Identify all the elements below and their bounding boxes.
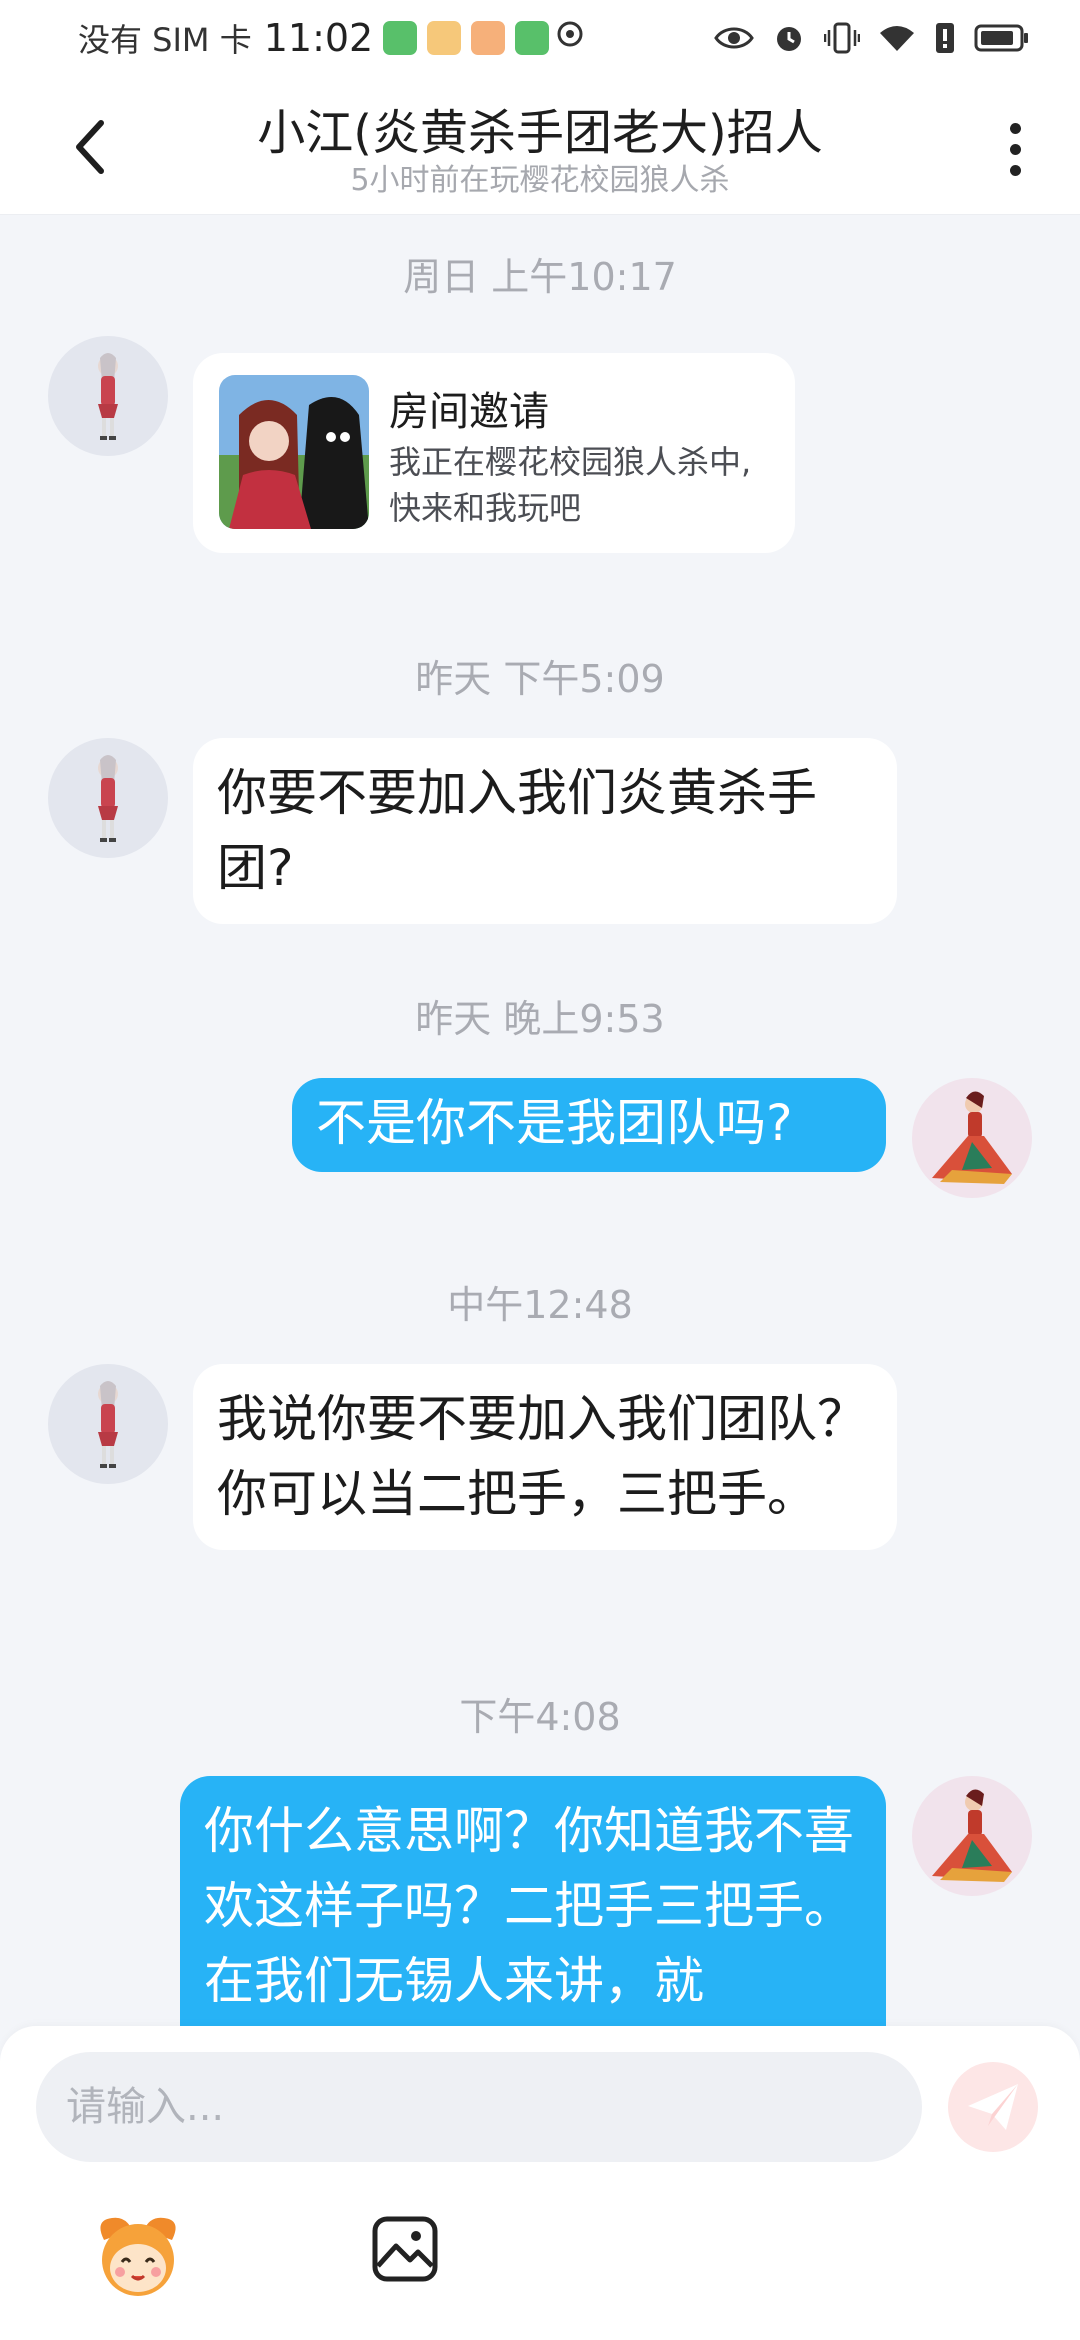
battery-alert-icon (934, 21, 956, 55)
room-invite-card[interactable]: 房间邀请 我正在樱花校园狼人杀中, 快来和我玩吧 (193, 353, 795, 553)
contact-avatar[interactable] (48, 738, 168, 858)
back-button[interactable] (60, 115, 120, 179)
send-button[interactable] (948, 2062, 1038, 2152)
my-avatar[interactable] (912, 1078, 1032, 1198)
more-vertical-icon (1009, 122, 1021, 134)
app-notification-icon (471, 20, 506, 55)
app-notification-icon (427, 20, 462, 55)
carrier-label: 没有 SIM 卡 (78, 20, 252, 59)
contact-avatar[interactable] (48, 336, 168, 456)
chevron-left-icon (76, 120, 104, 174)
message-list[interactable]: 周日 上午10:17 房间邀请 我正在樱花校园狼人杀中, 快来和我玩吧 昨天 下… (0, 216, 1080, 2026)
game-thumbnail (219, 375, 369, 529)
invite-description: 我正在樱花校园狼人杀中, 快来和我玩吧 (389, 443, 752, 527)
message-input[interactable] (36, 2052, 922, 2162)
contact-avatar[interactable] (48, 1364, 168, 1484)
more-options-button[interactable] (990, 109, 1040, 189)
timestamp: 周日 上午10:17 (403, 255, 677, 299)
alarm-icon (772, 21, 806, 55)
outgoing-message[interactable]: 你什么意思啊？你知道我不喜欢这样子吗？二把手三把手。在我们无锡人来讲，就 (180, 1776, 886, 2026)
app-notification-icon (383, 20, 418, 55)
outgoing-message[interactable]: 不是你不是我团队吗? (292, 1078, 886, 1172)
my-avatar[interactable] (912, 1776, 1032, 1896)
vibrate-icon (824, 21, 860, 55)
invite-title: 房间邀请 (389, 389, 549, 435)
chat-title[interactable]: 小江(炎黄杀手团老大)招人 (150, 93, 930, 163)
nfc-icon (555, 17, 585, 58)
chat-header: 小江(炎黄杀手团老大)招人 5小时前在玩樱花校园狼人杀 (0, 75, 1080, 215)
app-notification-icon (515, 20, 550, 55)
image-picker-button[interactable] (370, 2214, 440, 2284)
paper-plane-icon (968, 2084, 1018, 2130)
incoming-message[interactable]: 我说你要不要加入我们团队？你可以当二把手，三把手。 (193, 1364, 897, 1550)
wifi-icon (878, 23, 916, 53)
timestamp: 昨天 晚上9:53 (415, 997, 665, 1041)
battery-icon (974, 23, 1030, 53)
timestamp: 中午12:48 (447, 1283, 633, 1327)
emoji-sticker-icon (100, 2217, 176, 2296)
incoming-message[interactable]: 你要不要加入我们炎黄杀手团? (193, 738, 897, 924)
timestamp: 下午4:08 (459, 1695, 621, 1739)
emoji-sticker-button[interactable] (92, 2210, 184, 2302)
eye-icon (714, 25, 754, 51)
clock: 11:02 (263, 15, 374, 60)
chat-subtitle: 5小时前在玩樱花校园狼人杀 (350, 163, 730, 198)
timestamp: 昨天 下午5:09 (415, 657, 665, 701)
composer (0, 2026, 1080, 2340)
status-bar: 没有 SIM 卡 11:02 (0, 0, 1080, 75)
image-gallery-icon (372, 2216, 438, 2282)
